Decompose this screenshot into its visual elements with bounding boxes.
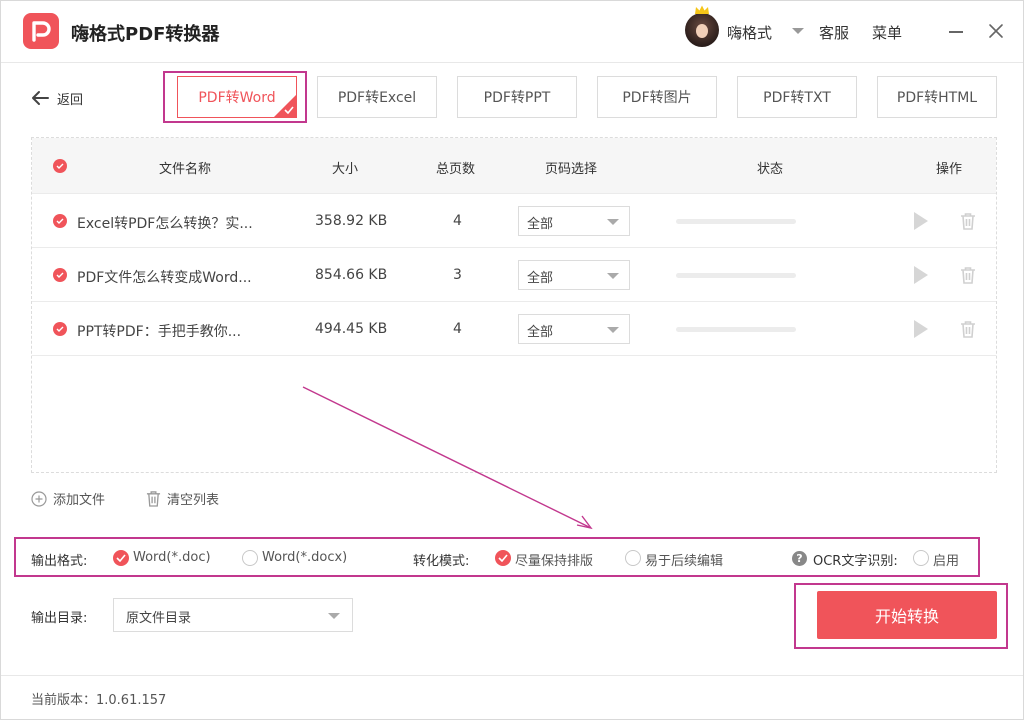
back-label: 返回 — [57, 92, 84, 108]
play-icon[interactable] — [914, 266, 928, 284]
column-header-pages: 总页数 — [436, 162, 476, 177]
mode-easy-edit-label[interactable]: 易于后续编辑 — [645, 550, 723, 569]
help-icon[interactable]: ? — [792, 551, 807, 566]
progress-bar — [676, 273, 796, 278]
page-count: 4 — [453, 213, 462, 229]
trash-icon[interactable] — [960, 266, 976, 284]
start-convert-button[interactable]: 开始转换 — [817, 591, 997, 639]
logo-p-icon — [23, 13, 59, 49]
column-header-name: 文件名称 — [159, 162, 212, 177]
file-size: 854.66 KB — [315, 267, 388, 283]
trash-icon — [146, 491, 161, 507]
mode-keep-layout-radio[interactable] — [495, 550, 511, 566]
annotation-highlight-tab — [163, 71, 307, 123]
play-icon[interactable] — [914, 212, 928, 230]
column-header-size: 大小 — [332, 162, 359, 177]
chevron-down-icon — [607, 273, 619, 279]
column-header-page-select: 页码选择 — [545, 162, 598, 177]
tab-label: PDF转图片 — [622, 90, 692, 106]
title-bar: 嗨格式PDF转换器 嗨格式 客服 菜单 — [1, 1, 1023, 63]
customer-service-button[interactable]: 客服 — [819, 22, 849, 43]
page-range-value: 全部 — [527, 217, 554, 232]
close-icon[interactable] — [987, 22, 1005, 40]
ocr-enable-label[interactable]: 启用 — [933, 550, 959, 569]
chevron-down-icon — [328, 613, 340, 619]
tab-pdf-to-txt[interactable]: PDF转TXT — [737, 76, 857, 118]
format-docx-radio[interactable] — [242, 550, 258, 566]
page-range-value: 全部 — [527, 271, 554, 286]
menu-button[interactable]: 菜单 — [872, 22, 902, 43]
output-dir-select[interactable]: 原文件目录 — [113, 598, 353, 632]
ocr-enable-radio[interactable] — [913, 550, 929, 566]
clear-list-label: 清空列表 — [167, 493, 220, 508]
tab-pdf-to-excel[interactable]: PDF转Excel — [317, 76, 437, 118]
back-button[interactable]: 返回 — [31, 88, 83, 108]
tab-label: PDF转Excel — [337, 90, 417, 106]
tab-pdf-to-image[interactable]: PDF转图片 — [597, 76, 717, 118]
page-range-select[interactable]: 全部 — [518, 206, 630, 236]
progress-bar — [676, 327, 796, 332]
file-size: 494.45 KB — [315, 321, 388, 337]
avatar-face — [696, 24, 708, 38]
progress-bar — [676, 219, 796, 224]
chevron-down-icon — [607, 327, 619, 333]
file-name: Excel转PDF怎么转换？实... — [77, 216, 253, 232]
footer: 当前版本：1.0.61.157 — [1, 675, 1023, 719]
row-checkbox[interactable] — [53, 214, 67, 228]
add-file-button[interactable]: 添加文件 — [31, 489, 105, 508]
crown-icon — [695, 5, 709, 14]
table-row: Excel转PDF怎么转换？实... 358.92 KB 4 全部 — [32, 194, 996, 248]
minimize-icon[interactable] — [949, 31, 963, 33]
chevron-down-icon[interactable] — [792, 28, 804, 34]
tab-pdf-to-ppt[interactable]: PDF转PPT — [457, 76, 577, 118]
trash-icon[interactable] — [960, 212, 976, 230]
page-range-value: 全部 — [527, 325, 554, 340]
format-doc-label[interactable]: Word(*.doc) — [133, 550, 211, 565]
table-header: 文件名称 大小 总页数 页码选择 状态 操作 — [32, 138, 996, 194]
tab-label: PDF转HTML — [896, 90, 978, 106]
page-range-select[interactable]: 全部 — [518, 314, 630, 344]
chevron-down-icon — [607, 219, 619, 225]
table-row: PPT转PDF：手把手教你... 494.45 KB 4 全部 — [32, 302, 996, 356]
output-dir-value: 原文件目录 — [126, 611, 192, 626]
select-all-checkbox[interactable] — [53, 159, 67, 173]
tab-pdf-to-html[interactable]: PDF转HTML — [877, 76, 997, 118]
file-name: PPT转PDF：手把手教你... — [77, 324, 242, 340]
page-range-select[interactable]: 全部 — [518, 260, 630, 290]
plus-circle-icon — [31, 490, 47, 507]
file-size: 358.92 KB — [315, 213, 388, 229]
row-checkbox[interactable] — [53, 322, 67, 336]
annotation-arrow — [302, 386, 593, 530]
column-header-actions: 操作 — [936, 162, 963, 177]
trash-icon[interactable] — [960, 320, 976, 338]
table-row: PDF文件怎么转变成Word... 854.66 KB 3 全部 — [32, 248, 996, 302]
column-header-status: 状态 — [757, 162, 784, 177]
file-name: PDF文件怎么转变成Word... — [77, 270, 252, 286]
clear-list-button[interactable]: 清空列表 — [146, 489, 219, 508]
ocr-label: OCR文字识别: — [813, 554, 898, 569]
arrow-left-icon — [32, 91, 49, 105]
play-icon[interactable] — [914, 320, 928, 338]
avatar[interactable] — [685, 5, 719, 47]
tab-label: PDF转TXT — [763, 90, 831, 106]
username[interactable]: 嗨格式 — [727, 22, 772, 43]
row-checkbox[interactable] — [53, 268, 67, 282]
page-count: 4 — [453, 321, 462, 337]
output-format-label: 输出格式: — [31, 554, 88, 569]
tab-label: PDF转PPT — [483, 90, 551, 106]
format-doc-radio[interactable] — [113, 550, 129, 566]
app-window: 嗨格式PDF转换器 嗨格式 客服 菜单 返回 PDF转Word PDF转Exce… — [0, 0, 1024, 720]
output-dir-label: 输出目录: — [31, 611, 88, 626]
page-count: 3 — [453, 267, 462, 283]
format-docx-label[interactable]: Word(*.docx) — [262, 550, 347, 565]
app-title: 嗨格式PDF转换器 — [71, 24, 220, 45]
add-file-label: 添加文件 — [53, 493, 106, 508]
mode-label: 转化模式: — [413, 554, 470, 569]
mode-easy-edit-radio[interactable] — [625, 550, 641, 566]
mode-keep-layout-label[interactable]: 尽量保持排版 — [515, 550, 593, 569]
version-text: 当前版本：1.0.61.157 — [31, 693, 167, 708]
